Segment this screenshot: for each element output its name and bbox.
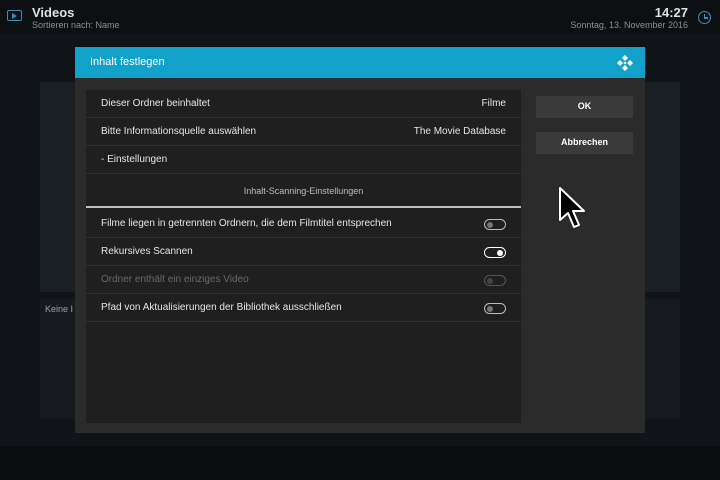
videos-icon [7, 10, 22, 21]
info-provider-label: Bitte Informationsquelle auswählen [101, 126, 257, 137]
settings-row[interactable]: - Einstellungen [86, 146, 521, 174]
recursive-scan-toggle[interactable] [484, 247, 506, 258]
sort-label: Sortieren nach: Name [32, 20, 120, 30]
date: Sonntag, 13. November 2016 [570, 20, 688, 30]
toggle-row-single-video: Ordner enthält ein einziges Video [86, 266, 521, 294]
cancel-button-label: Abbrechen [560, 137, 608, 147]
toggle-row-exclude-updates[interactable]: Pfad von Aktualisierungen der Bibliothek… [86, 294, 521, 322]
dialog-title: Inhalt festlegen [90, 56, 165, 68]
cancel-button[interactable]: Abbrechen [536, 132, 633, 154]
separate-folders-toggle[interactable] [484, 219, 506, 230]
app-title: Videos [32, 5, 75, 20]
single-video-label: Ordner enthält ein einziges Video [101, 274, 249, 285]
exclude-updates-toggle[interactable] [484, 303, 506, 314]
toggle-row-recursive-scan[interactable]: Rekursives Scannen [86, 238, 521, 266]
clock-icon [698, 11, 711, 24]
set-content-dialog: Inhalt festlegen Dieser Ordner beinhalte… [75, 47, 645, 433]
single-video-toggle [484, 275, 506, 286]
exclude-updates-label: Pfad von Aktualisierungen der Bibliothek… [101, 302, 342, 313]
info-provider-value: The Movie Database [413, 126, 506, 137]
section-divider [86, 206, 521, 208]
dialog-header: Inhalt festlegen [75, 47, 645, 78]
info-provider-row[interactable]: Bitte Informationsquelle auswählen The M… [86, 118, 521, 146]
separate-folders-label: Filme liegen in getrennten Ordnern, die … [101, 218, 392, 229]
settings-label: - Einstellungen [101, 154, 168, 165]
settings-panel: Dieser Ordner beinhaltet Filme Bitte Inf… [86, 90, 521, 423]
scan-settings-label: Inhalt-Scanning-Einstellungen [243, 186, 364, 196]
clock: 14:27 [654, 5, 688, 20]
content-type-label: Dieser Ordner beinhaltet [101, 98, 210, 109]
background-empty-text: Keine I [45, 304, 74, 314]
ok-button[interactable]: OK [536, 96, 633, 118]
mouse-pointer-icon [559, 187, 585, 228]
toggle-row-separate-folders[interactable]: Filme liegen in getrennten Ordnern, die … [86, 210, 521, 238]
content-type-row[interactable]: Dieser Ordner beinhaltet Filme [86, 90, 521, 118]
ok-button-label: OK [577, 101, 592, 111]
content-type-value: Filme [481, 98, 506, 109]
recursive-scan-label: Rekursives Scannen [101, 246, 193, 257]
scan-settings-header: Inhalt-Scanning-Einstellungen [86, 174, 521, 210]
kodi-logo-icon [617, 55, 633, 71]
footer-bar [0, 446, 720, 480]
top-bar: Videos Sortieren nach: Name 14:27 Sonnta… [0, 0, 720, 34]
